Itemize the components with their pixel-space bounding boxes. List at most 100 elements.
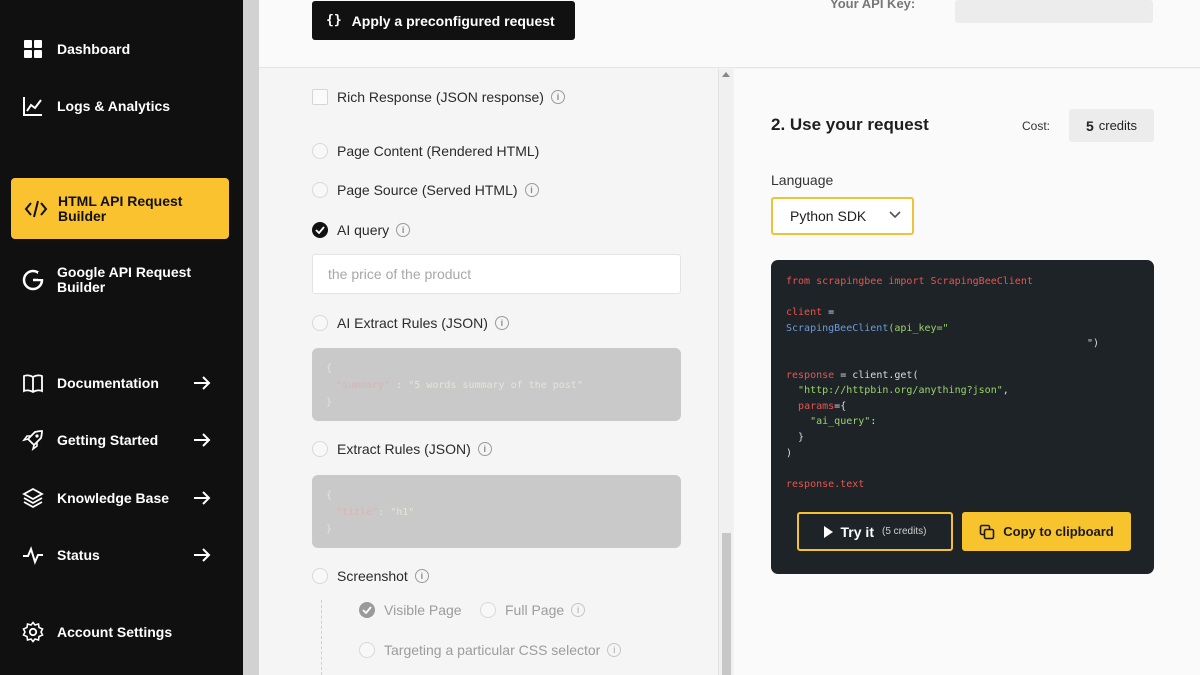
info-icon[interactable]: i — [550, 90, 565, 104]
option-label: Visible Page — [384, 602, 462, 618]
sidebar-item-label: Status — [57, 547, 100, 563]
scroll-up-arrow-icon[interactable] — [722, 72, 730, 77]
sidebar-item-documentation[interactable]: Documentation — [22, 372, 211, 394]
screenshot-radio[interactable] — [312, 568, 328, 584]
cost-label: Cost: — [1022, 119, 1051, 133]
option-page-source[interactable]: Page Source (Served HTML) i — [312, 182, 539, 198]
code-token: import — [888, 276, 925, 287]
code-token: ScrapingBeeClient — [786, 322, 889, 334]
api-key-input[interactable] — [955, 0, 1153, 23]
css-selector-radio[interactable] — [359, 642, 375, 658]
copy-to-clipboard-button[interactable]: Copy to clipboard — [962, 512, 1131, 551]
code-value: "h1" — [390, 507, 415, 518]
code-token: response.text — [786, 478, 865, 490]
page-content-radio[interactable] — [312, 143, 328, 159]
apply-preconfigured-button[interactable]: {} Apply a preconfigured request — [312, 1, 575, 40]
sidebar-item-getting-started[interactable]: Getting Started — [22, 429, 211, 451]
ai-extract-rules-editor[interactable]: { "summary" : "5 words summary of the po… — [312, 348, 681, 421]
option-screenshot[interactable]: Screenshot i — [312, 568, 429, 584]
rich-response-checkbox[interactable] — [312, 89, 328, 105]
code-line: "summary" : "5 words summary of the post… — [326, 377, 667, 394]
code-line: "title": "h1" — [326, 504, 667, 521]
arrow-right-icon — [194, 548, 211, 562]
option-page-content[interactable]: Page Content (Rendered HTML) — [312, 143, 539, 159]
ai-query-radio[interactable] — [312, 222, 328, 238]
info-icon[interactable]: i — [494, 316, 509, 330]
sidebar-item-label: Documentation — [57, 375, 159, 391]
page-source-radio[interactable] — [312, 182, 328, 198]
info-icon[interactable]: i — [414, 569, 429, 583]
label-line-1: HTML API Request — [58, 192, 183, 209]
option-ai-extract-rules[interactable]: AI Extract Rules (JSON) i — [312, 315, 509, 331]
sidebar-item-html-builder[interactable]: HTML API Request Builder — [11, 178, 229, 239]
code-key: "title" — [336, 507, 379, 518]
code-token: response — [786, 369, 835, 381]
info-icon[interactable]: i — [477, 442, 492, 456]
ai-query-input[interactable]: the price of the product — [312, 254, 681, 294]
label-line-1: Google API Request — [57, 264, 192, 280]
extract-rules-radio[interactable] — [312, 441, 328, 457]
option-label: Targeting a particular CSS selector — [384, 642, 601, 658]
sidebar-item-knowledge-base[interactable]: Knowledge Base — [22, 487, 211, 509]
code-token: = — [822, 307, 835, 319]
code-sep: : — [378, 507, 391, 518]
sidebar-item-label: Logs & Analytics — [57, 98, 171, 114]
sidebar-item-account-settings[interactable]: Account Settings — [22, 621, 172, 643]
info-icon[interactable]: i — [396, 223, 411, 237]
code-icon — [24, 198, 48, 220]
full-page-radio[interactable] — [480, 602, 496, 618]
option-ai-query[interactable]: AI query i — [312, 222, 411, 238]
visible-page-radio[interactable] — [359, 602, 375, 618]
code-snippet: from scrapingbee import ScrapingBeeClien… — [786, 274, 1099, 492]
language-label: Language — [771, 172, 834, 188]
option-full-page[interactable]: Full Page i — [480, 602, 586, 618]
try-it-button[interactable]: Try it (5 credits) — [797, 512, 953, 551]
option-label: Page Content (Rendered HTML) — [337, 143, 540, 159]
code-token: ") — [1087, 338, 1100, 350]
option-visible-page[interactable]: Visible Page — [359, 602, 462, 618]
code-token: params — [798, 400, 835, 412]
try-button-label: Try it — [840, 523, 874, 540]
info-icon[interactable]: i — [524, 183, 539, 197]
code-token: "ai_query" — [810, 416, 871, 428]
code-token: , — [1002, 385, 1009, 397]
option-label: Page Source (Served HTML) — [337, 182, 518, 198]
ai-extract-rules-radio[interactable] — [312, 315, 328, 331]
check-icon — [315, 226, 325, 234]
code-line: } — [326, 397, 333, 408]
code-token: ) — [786, 447, 793, 459]
sidebar-item-dashboard[interactable]: Dashboard — [22, 38, 130, 60]
arrow-right-icon — [194, 376, 211, 390]
code-token: from — [786, 276, 811, 287]
braces-icon: {} — [326, 13, 342, 28]
sidebar-item-label: Knowledge Base — [57, 490, 170, 506]
sidebar-item-logs[interactable]: Logs & Analytics — [22, 95, 170, 117]
info-icon[interactable]: i — [571, 603, 586, 617]
info-icon[interactable]: i — [607, 643, 622, 657]
play-icon — [823, 525, 833, 538]
code-token: ={ — [834, 400, 847, 412]
option-css-selector[interactable]: Targeting a particular CSS selector i — [359, 642, 622, 658]
grid-icon — [22, 38, 44, 60]
book-icon — [22, 372, 44, 394]
language-select[interactable]: Python SDK — [771, 197, 914, 235]
indent-guide — [321, 600, 322, 675]
cost-unit: credits — [1098, 118, 1138, 133]
sidebar-divider — [243, 0, 259, 675]
layers-icon — [22, 487, 44, 509]
option-extract-rules[interactable]: Extract Rules (JSON) i — [312, 441, 492, 457]
option-label: Full Page — [505, 602, 565, 618]
sidebar-item-label: Dashboard — [57, 41, 131, 57]
code-token: "http://httpbin.org/anything?json" — [798, 385, 1003, 397]
option-rich-response[interactable]: Rich Response (JSON response) i — [312, 89, 565, 105]
code-value: "5 words summary of the post" — [408, 380, 583, 391]
sidebar-item-google-builder[interactable]: Google API Request Builder — [22, 265, 191, 295]
code-token: scrapingbee — [810, 276, 889, 287]
check-icon — [362, 606, 372, 614]
code-token: (api_key=" — [888, 322, 949, 334]
extract-rules-editor[interactable]: { "title": "h1" } — [312, 475, 681, 548]
scrollbar-thumb[interactable] — [722, 533, 731, 675]
option-label: Screenshot — [337, 568, 408, 584]
apply-button-label: Apply a preconfigured request — [351, 12, 555, 29]
sidebar-item-status[interactable]: Status — [22, 544, 211, 566]
